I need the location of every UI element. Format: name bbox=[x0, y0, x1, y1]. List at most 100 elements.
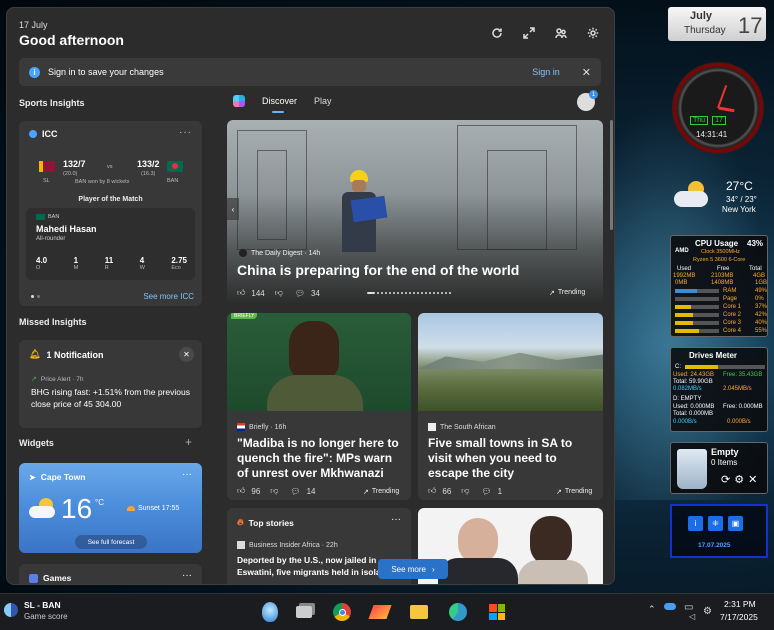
like-icon[interactable]: 👍︎ bbox=[237, 486, 245, 496]
dislike-icon[interactable]: 👎︎ bbox=[270, 486, 278, 496]
source-logo-icon bbox=[239, 249, 247, 257]
hero-title[interactable]: China is preparing for the end of the wo… bbox=[237, 262, 519, 278]
player-stat: 4W bbox=[140, 256, 145, 271]
gadget-month: July bbox=[690, 10, 713, 22]
more-options-icon[interactable]: ··· bbox=[182, 469, 192, 480]
comment-icon[interactable]: 💬︎ bbox=[295, 289, 305, 298]
player-stats: 4.0 O 1 M 11 R 4 W 2.75 Eco bbox=[36, 256, 187, 271]
icc-card[interactable]: ICC ··· 132/7 (20.0) SL vs 133/2 (16.3) … bbox=[19, 121, 202, 306]
hero-story[interactable]: ‹ The Daily Digest · 14h China is prepar… bbox=[227, 120, 603, 303]
more-options-icon[interactable]: ··· bbox=[179, 127, 192, 138]
comment-icon[interactable]: 💬︎ bbox=[290, 487, 300, 496]
network-icon[interactable]: ⁜ bbox=[708, 516, 723, 531]
refresh-icon[interactable] bbox=[490, 26, 504, 40]
trending-icon: ↗ bbox=[363, 489, 369, 496]
lock-icon[interactable]: ▣ bbox=[728, 516, 743, 531]
comment-count: 34 bbox=[311, 288, 320, 298]
tab-active-indicator bbox=[272, 111, 284, 113]
comment-icon[interactable]: 💬︎ bbox=[481, 487, 491, 496]
close-icon[interactable]: ✕ bbox=[582, 66, 591, 79]
cpu-usage-gadget[interactable]: CPU Usage 43% AMD Clock 3500MHz Ryzen 5 … bbox=[670, 235, 768, 337]
onedrive-icon[interactable] bbox=[664, 603, 676, 610]
clock-date-display[interactable]: 7/17/2025 bbox=[720, 612, 758, 622]
drive-c-write: 2.045MB/s bbox=[723, 386, 752, 392]
games-widget[interactable]: Games ··· bbox=[19, 564, 202, 584]
security-gadget[interactable]: i ⁜ ▣ 17.07.2025 bbox=[670, 504, 768, 558]
cricket-score-icon[interactable] bbox=[4, 603, 18, 617]
news-card-madiba[interactable]: BRIEFLY Briefly · 16h "Madiba is no long… bbox=[227, 313, 411, 500]
score-title[interactable]: SL - BAN bbox=[24, 600, 61, 610]
news-image-person bbox=[518, 560, 588, 584]
card2-title[interactable]: Five small towns in SA to visit when you… bbox=[428, 436, 593, 481]
stat-label: M bbox=[73, 265, 79, 271]
copilot-icon[interactable] bbox=[233, 95, 245, 107]
player-card[interactable]: BAN Mahedi Hasan All-rounder 4.0 O 1 M 11 R 4 W… bbox=[26, 208, 195, 280]
cpu-ram-total: 4GB bbox=[753, 273, 766, 279]
cpu-clock: Clock 3500MHz bbox=[701, 249, 740, 255]
news-image-person bbox=[438, 558, 518, 584]
card1-reactions: 👍︎ 96 👎︎ 💬︎ 14 bbox=[237, 486, 315, 496]
edge-icon[interactable] bbox=[445, 599, 471, 625]
settings-gear-icon[interactable]: ⚙ bbox=[734, 473, 744, 486]
more-options-icon[interactable]: ··· bbox=[182, 570, 192, 581]
more-options-icon[interactable]: ··· bbox=[391, 514, 401, 525]
volume-icon[interactable]: ◁ bbox=[689, 612, 695, 621]
clock-hand bbox=[717, 85, 728, 109]
task-view-icon[interactable] bbox=[291, 599, 317, 625]
see-more-icc-link[interactable]: See more ICC bbox=[143, 292, 194, 301]
weather-gadget[interactable]: 27°C 34° / 23° New York bbox=[670, 175, 768, 223]
news-card-small-towns[interactable]: The South African Five small towns in SA… bbox=[418, 313, 603, 500]
top-story-headline[interactable]: Deported by the U.S., now jailed in Eswa… bbox=[237, 554, 393, 578]
sunset-time: Sunset 17:55 bbox=[138, 505, 180, 512]
like-icon[interactable]: 👍︎ bbox=[237, 288, 245, 298]
tab-play[interactable]: Play bbox=[314, 96, 332, 106]
cpu-page-used: 0MB bbox=[675, 280, 688, 286]
expand-icon[interactable] bbox=[522, 26, 536, 40]
header-greeting: Good afternoon bbox=[19, 32, 124, 48]
info-shield-icon[interactable]: i bbox=[688, 516, 703, 531]
see-more-button[interactable]: See more › bbox=[378, 559, 448, 579]
tray-overflow-icon[interactable]: ⌃ bbox=[648, 604, 656, 615]
games-icon bbox=[29, 573, 38, 583]
drive-d-total: Total: 0.000MB bbox=[673, 411, 714, 417]
notification-card[interactable]: 🔔︎ 1 Notification ✕ ↗ Price Alert · 7h B… bbox=[19, 340, 202, 428]
app-ribbon-icon[interactable] bbox=[367, 599, 393, 625]
gadget-weather-range: 34° / 23° bbox=[726, 195, 757, 204]
signin-link[interactable]: Sign in bbox=[532, 67, 560, 77]
full-forecast-button[interactable]: See full forecast bbox=[75, 535, 147, 549]
recycle-bin-gadget[interactable]: Empty 0 Items ⟳ ⚙ ✕ bbox=[670, 442, 768, 494]
like-icon[interactable]: 👍︎ bbox=[428, 486, 436, 496]
dislike-icon[interactable]: 👎︎ bbox=[275, 288, 283, 298]
icc-header: ICC bbox=[29, 129, 58, 139]
people-icon[interactable] bbox=[554, 26, 568, 40]
file-explorer-icon[interactable] bbox=[406, 599, 432, 625]
avatar[interactable]: 1 bbox=[577, 90, 598, 111]
refresh-icon[interactable]: ⟳ bbox=[721, 473, 730, 486]
quick-settings-icon[interactable]: ⚙ bbox=[703, 606, 712, 617]
team1-score: 132/7 bbox=[63, 159, 86, 169]
cpu-row-percent: 55% bbox=[755, 328, 768, 334]
card1-title[interactable]: "Madiba is no longer here to quench the … bbox=[237, 436, 401, 481]
scrollbar[interactable] bbox=[610, 120, 613, 230]
carousel-prev-icon[interactable]: ‹ bbox=[227, 198, 239, 220]
tab-discover[interactable]: Discover bbox=[262, 96, 297, 106]
drives-meter-gadget[interactable]: Drives Meter C: Used: 24.43GB Free: 35.4… bbox=[670, 347, 768, 432]
add-widget-button[interactable]: + bbox=[185, 435, 192, 449]
news-image-landscape bbox=[418, 313, 603, 411]
close-icon[interactable]: ✕ bbox=[748, 473, 757, 486]
settings-gear-icon[interactable] bbox=[586, 26, 600, 40]
start-alien-icon[interactable] bbox=[257, 599, 283, 625]
clock-time-display[interactable]: 2:31 PM bbox=[724, 599, 756, 609]
chrome-icon[interactable] bbox=[329, 599, 355, 625]
drive-d-free: Free: 0.000MB bbox=[723, 404, 763, 410]
close-circle-icon[interactable]: ✕ bbox=[179, 347, 194, 362]
cpu-usage-bar bbox=[675, 305, 719, 309]
store-icon[interactable] bbox=[484, 599, 510, 625]
player-stat: 4.0 O bbox=[36, 256, 47, 271]
score-subtitle: Game score bbox=[24, 612, 68, 621]
weather-widget[interactable]: ➤ Cape Town ··· 16 °C Sunset 17:55 See f… bbox=[19, 463, 202, 553]
analog-clock-gadget[interactable]: Thu 17 14:31:41 bbox=[672, 62, 764, 154]
date-gadget[interactable]: July Thursday 17 bbox=[668, 7, 766, 41]
drive-c-used: Used: 24.43GB bbox=[673, 372, 715, 378]
dislike-icon[interactable]: 👎︎ bbox=[461, 486, 469, 496]
